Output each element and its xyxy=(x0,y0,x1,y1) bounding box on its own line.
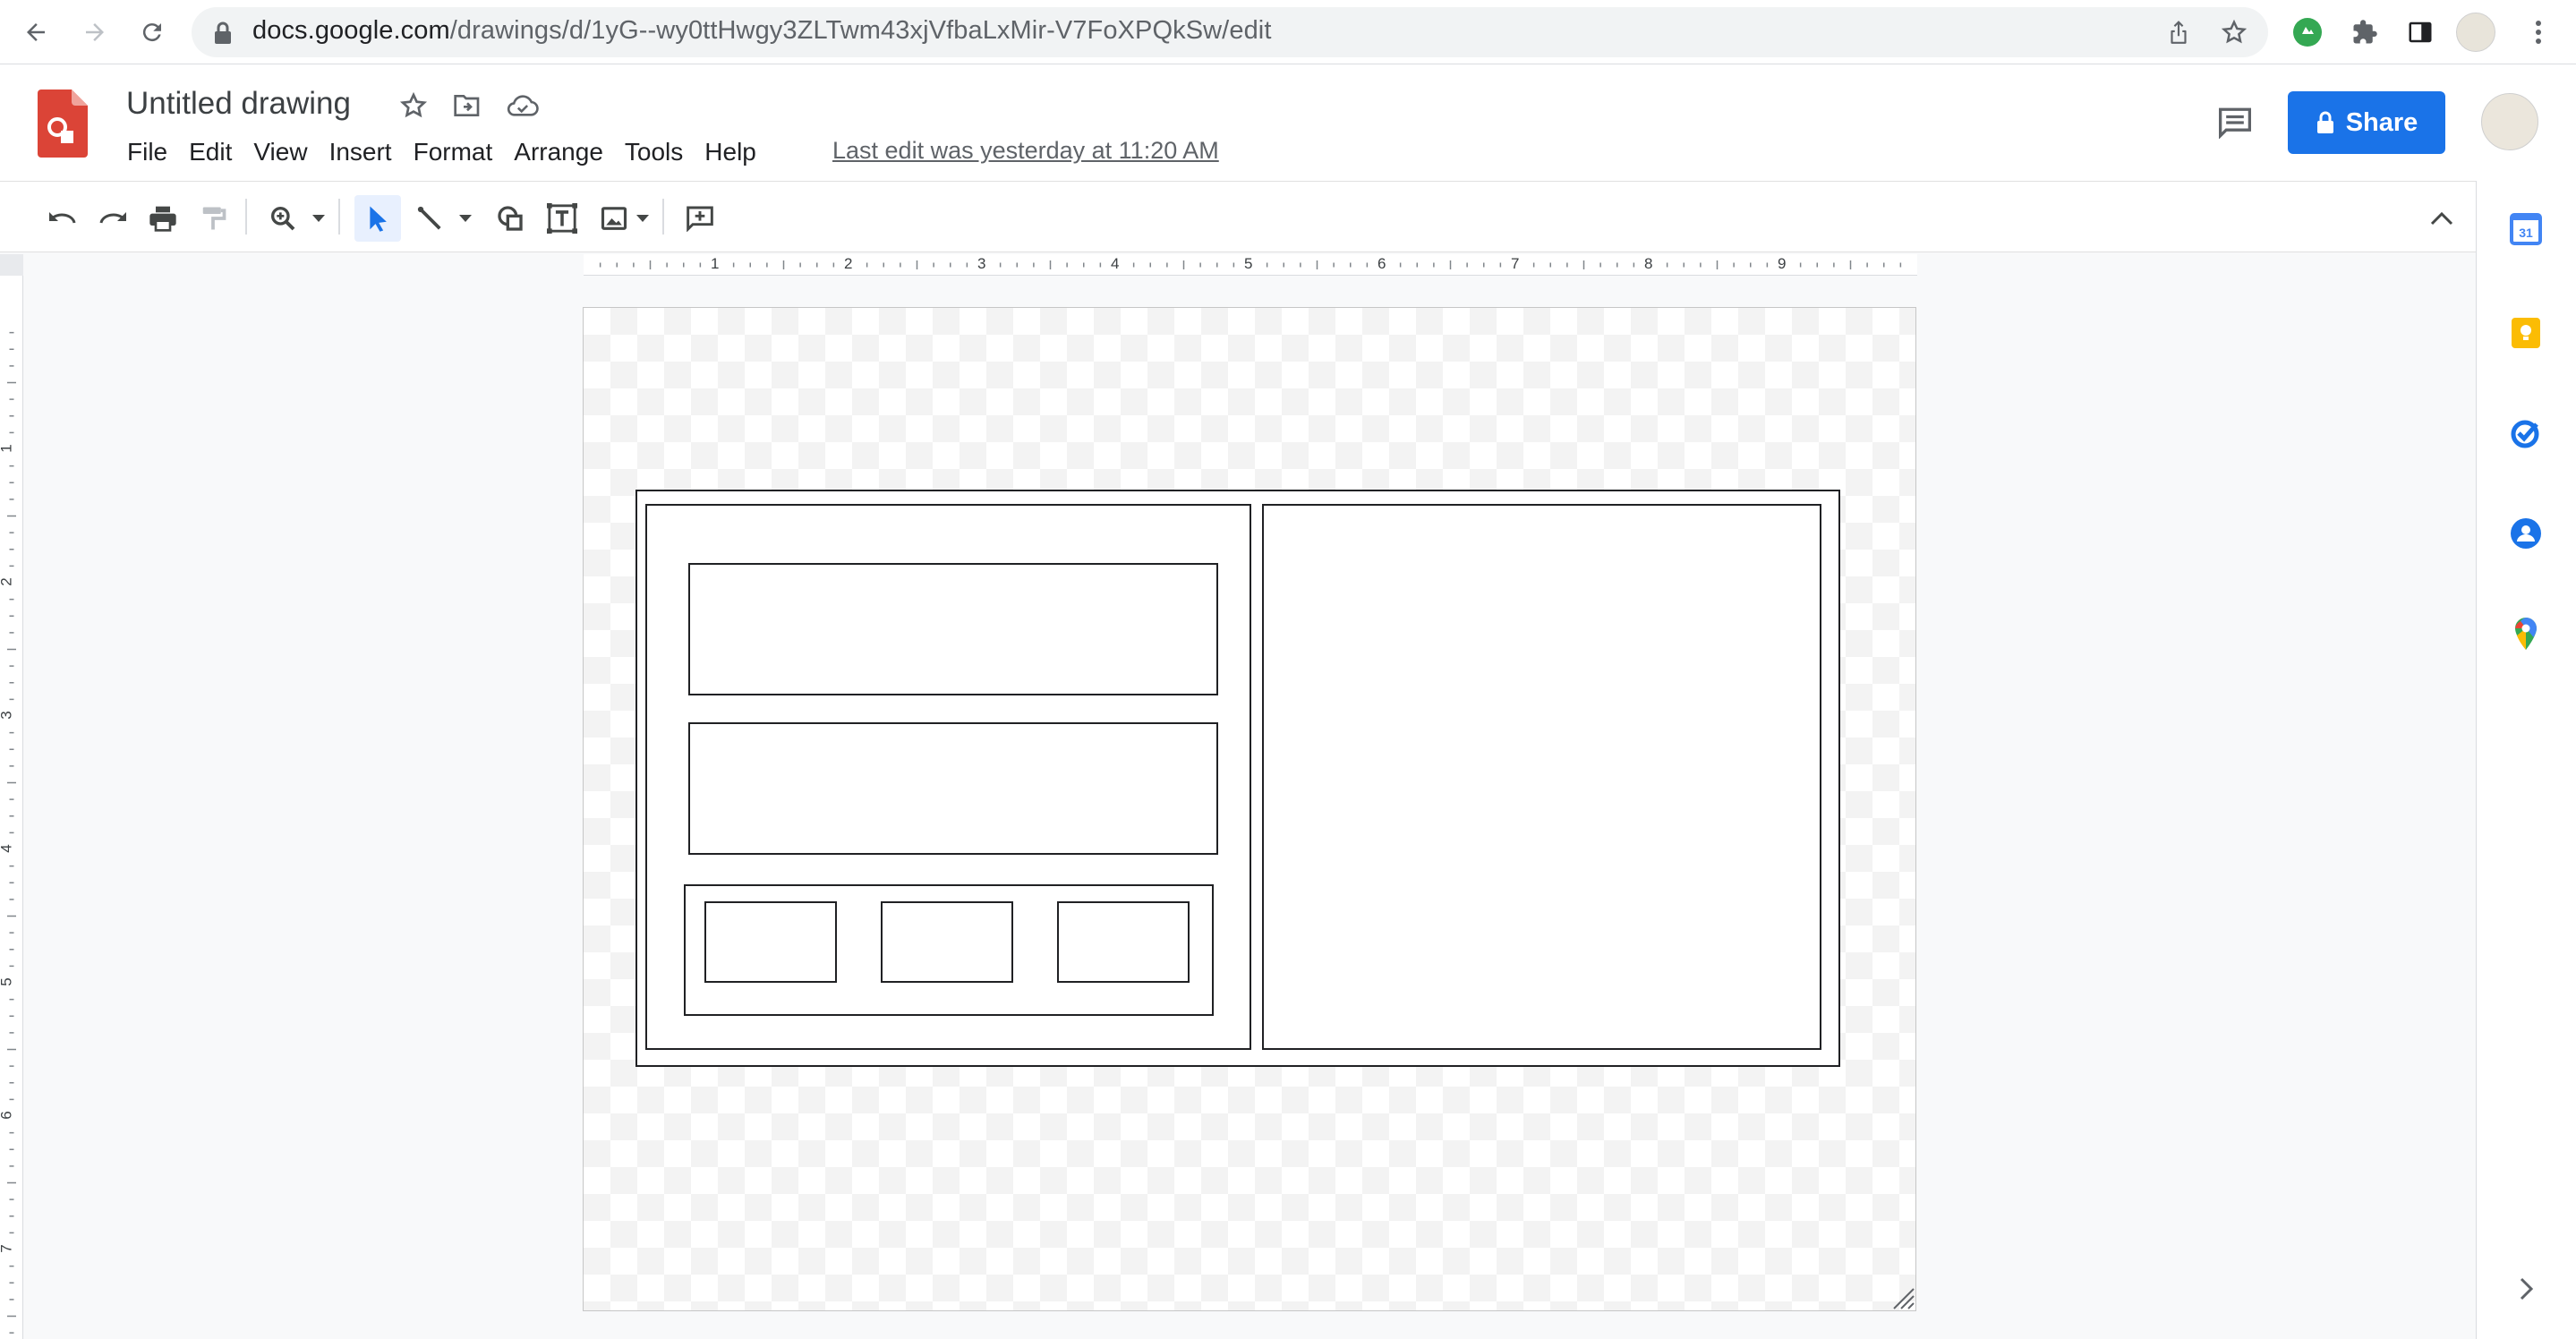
h-ruler-label: 1 xyxy=(711,255,720,272)
toolbar-separator xyxy=(662,199,664,235)
line-dropdown-icon[interactable] xyxy=(455,209,476,227)
right-panel-rectangle[interactable] xyxy=(1262,504,1821,1050)
toolbar-separator xyxy=(338,199,340,235)
paint-format-icon[interactable] xyxy=(193,200,233,236)
drawing-page[interactable] xyxy=(583,307,1916,1311)
calendar-icon[interactable]: 31 xyxy=(2508,211,2544,247)
menu-bar: File Edit View Insert Format Arrange Too… xyxy=(116,134,767,170)
document-title[interactable]: Untitled drawing xyxy=(126,86,351,122)
extension-green-icon[interactable] xyxy=(2290,14,2325,50)
contacts-icon[interactable] xyxy=(2508,516,2544,551)
menu-insert[interactable]: Insert xyxy=(319,134,403,170)
middle-box-rectangle[interactable] xyxy=(688,722,1218,855)
share-label: Share xyxy=(2345,107,2418,137)
zoom-icon[interactable] xyxy=(263,200,303,236)
star-icon[interactable] xyxy=(396,88,431,124)
toolbar-separator xyxy=(245,199,247,235)
maps-icon[interactable] xyxy=(2508,614,2544,653)
ruler-corner xyxy=(0,254,23,276)
url-text[interactable]: docs.google.com/drawings/d/1yG--wy0ttHwg… xyxy=(252,16,1272,46)
side-panel-icon[interactable] xyxy=(2402,16,2438,48)
undo-icon[interactable] xyxy=(43,200,82,236)
app-root: docs.google.com/drawings/d/1yG--wy0ttHwg… xyxy=(0,0,2576,1339)
resize-handle-icon[interactable] xyxy=(1889,1284,1915,1310)
shape-icon[interactable] xyxy=(490,200,530,236)
horizontal-ruler[interactable]: 1 2 3 4 5 6 7 8 9 xyxy=(584,254,1917,276)
share-lock-icon xyxy=(2316,111,2333,133)
v-ruler-label: 5 xyxy=(0,977,16,985)
h-ruler-label: 3 xyxy=(977,255,986,272)
url-host: docs.google.com xyxy=(252,16,450,45)
collapse-chevron-icon[interactable] xyxy=(2422,200,2461,236)
v-ruler-label: 7 xyxy=(0,1244,16,1252)
lock-icon xyxy=(213,21,233,45)
small-box-rectangle-2[interactable] xyxy=(881,901,1013,983)
menu-help[interactable]: Help xyxy=(694,134,767,170)
side-apps-panel xyxy=(2476,181,2576,1339)
profile-avatar[interactable] xyxy=(2456,13,2495,52)
share-button[interactable]: Share xyxy=(2288,91,2445,154)
cloud-saved-icon[interactable] xyxy=(503,88,542,124)
h-ruler-label: 2 xyxy=(844,255,853,272)
menu-tools[interactable]: Tools xyxy=(614,134,694,170)
h-ruler-label: 5 xyxy=(1244,255,1253,272)
h-ruler-label: 9 xyxy=(1778,255,1787,272)
account-avatar[interactable] xyxy=(2481,93,2538,150)
extensions-puzzle-icon[interactable] xyxy=(2347,16,2383,48)
v-ruler-label: 3 xyxy=(0,711,16,719)
redo-icon[interactable] xyxy=(93,200,132,236)
back-icon[interactable] xyxy=(18,16,54,48)
image-dropdown-icon[interactable] xyxy=(632,209,653,227)
expand-panel-chevron-icon[interactable] xyxy=(2508,1271,2544,1307)
menu-view[interactable]: View xyxy=(243,134,318,170)
keep-icon[interactable] xyxy=(2508,315,2544,351)
image-icon[interactable] xyxy=(594,200,634,236)
menu-edit[interactable]: Edit xyxy=(178,134,243,170)
browser-menu-icon[interactable] xyxy=(2521,16,2556,48)
last-edit-link[interactable]: Last edit was yesterday at 11:20 AM xyxy=(832,137,1219,165)
url-path: /drawings/d/1yG--wy0ttHwgy3ZLTwm43xjVfba… xyxy=(449,16,1272,45)
bookmark-star-icon[interactable] xyxy=(2216,16,2252,48)
small-box-rectangle-3[interactable] xyxy=(1057,901,1190,983)
comments-icon[interactable] xyxy=(2213,102,2257,143)
h-ruler-label: 6 xyxy=(1378,255,1386,272)
v-ruler-label: 4 xyxy=(0,844,16,852)
h-ruler-label: 7 xyxy=(1511,255,1520,272)
h-ruler-label: 4 xyxy=(1111,255,1120,272)
vertical-ruler[interactable]: 1 2 3 4 5 6 7 xyxy=(0,276,23,1339)
zoom-dropdown-icon[interactable] xyxy=(308,209,329,227)
v-ruler-label: 1 xyxy=(0,444,16,452)
v-ruler-label: 6 xyxy=(0,1111,16,1119)
menu-arrange[interactable]: Arrange xyxy=(503,134,614,170)
menu-format[interactable]: Format xyxy=(403,134,504,170)
print-icon[interactable] xyxy=(143,200,183,236)
h-ruler-label: 8 xyxy=(1644,255,1653,272)
select-icon[interactable] xyxy=(354,195,401,242)
tasks-icon[interactable] xyxy=(2508,415,2544,451)
small-box-rectangle-1[interactable] xyxy=(704,901,837,983)
line-icon[interactable] xyxy=(410,200,449,236)
text-box-icon[interactable] xyxy=(542,200,582,236)
drawings-logo-icon[interactable] xyxy=(38,90,88,158)
comment-icon[interactable] xyxy=(680,200,720,236)
menu-file[interactable]: File xyxy=(116,134,178,170)
top-box-rectangle[interactable] xyxy=(688,563,1218,695)
v-ruler-label: 2 xyxy=(0,577,16,585)
calendar-day-text: 31 xyxy=(2519,226,2533,240)
move-folder-icon[interactable] xyxy=(449,88,485,124)
vertical-ruler-ticks xyxy=(7,331,16,1334)
share-page-icon[interactable] xyxy=(2161,16,2196,48)
reload-icon[interactable] xyxy=(134,16,170,48)
forward-icon[interactable] xyxy=(77,16,113,48)
